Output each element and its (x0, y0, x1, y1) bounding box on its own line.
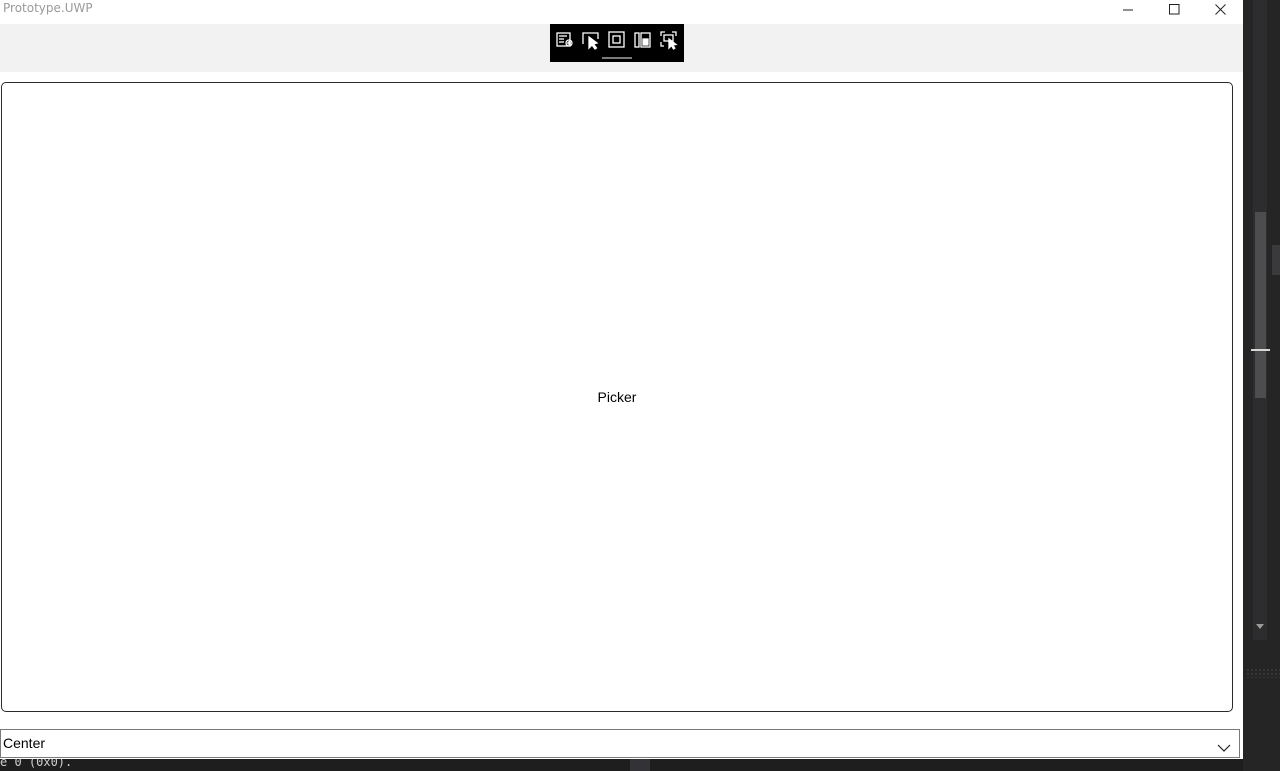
live-visual-tree-button[interactable] (555, 30, 575, 50)
preview-selection-icon (659, 31, 679, 54)
maximize-icon (1168, 0, 1180, 19)
picker-panel[interactable]: Picker (1, 82, 1233, 712)
picker-label: Picker (597, 389, 637, 405)
close-button[interactable] (1197, 0, 1243, 18)
title-bar[interactable]: Prototype.UWP (0, 0, 1243, 24)
app-window: Prototype.UWP Picker Center (0, 0, 1243, 759)
alignment-combobox[interactable]: Center (0, 729, 1240, 758)
minimize-icon (1122, 0, 1134, 19)
maximize-button[interactable] (1151, 0, 1197, 18)
in-app-devtools-toolbar (550, 24, 684, 62)
ide-scrollbar-thumb[interactable] (1255, 212, 1266, 398)
ide-output-pane (0, 758, 1243, 771)
display-layout-adorners-icon (607, 31, 627, 54)
scroll-down-arrow-icon[interactable] (1256, 624, 1264, 629)
ide-scroll-marker (1251, 349, 1270, 351)
close-icon (1214, 0, 1226, 19)
active-tool-indicator (602, 57, 632, 59)
minimize-button[interactable] (1105, 0, 1151, 18)
combobox-selected-value: Center (3, 735, 46, 751)
select-element-icon (581, 32, 601, 54)
ide-edge-panel (1272, 245, 1280, 275)
preview-selection-button[interactable] (659, 30, 679, 50)
track-focus-icon (633, 32, 653, 54)
window-title: Prototype.UWP (3, 1, 93, 15)
ide-grip-dots (1246, 668, 1280, 678)
live-visual-tree-icon (555, 32, 575, 54)
track-focus-button[interactable] (633, 30, 653, 50)
select-element-button[interactable] (581, 30, 601, 50)
ide-output-scrollbar[interactable] (630, 758, 650, 771)
chevron-down-icon (1217, 738, 1231, 752)
display-layout-adorners-button[interactable] (607, 30, 627, 50)
